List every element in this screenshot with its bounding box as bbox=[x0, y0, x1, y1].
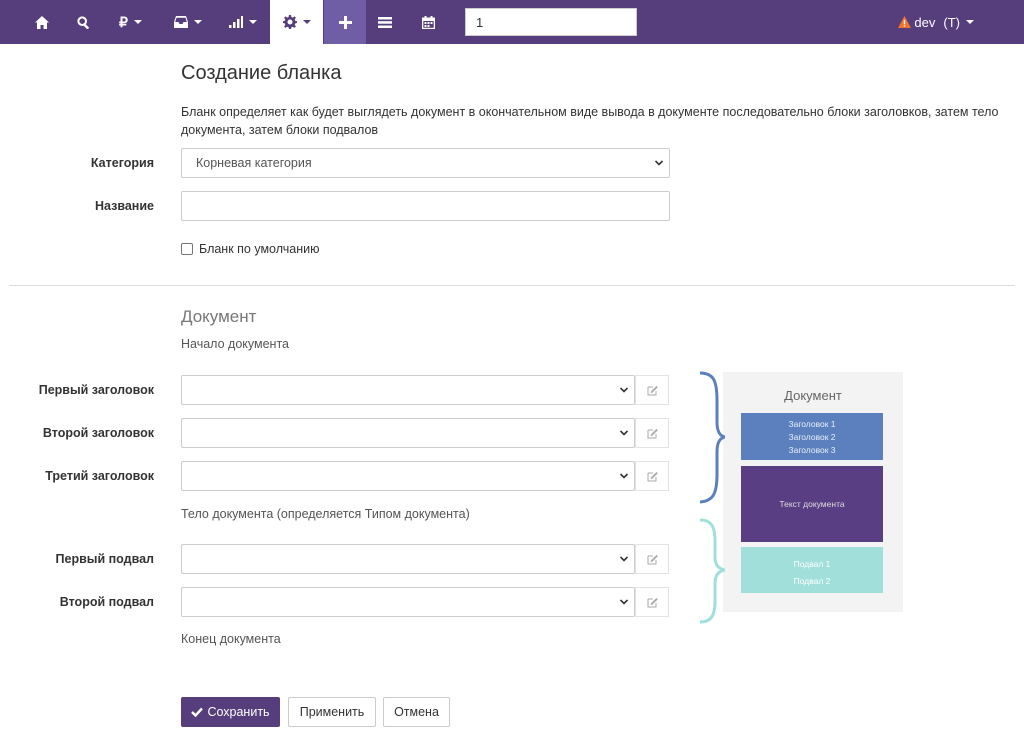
name-input[interactable] bbox=[181, 191, 670, 221]
header-brace bbox=[699, 371, 725, 504]
footer-brace bbox=[699, 518, 725, 624]
document-section-title: Документ bbox=[181, 307, 257, 326]
diagram-body-block: Текст документа bbox=[741, 466, 883, 542]
diagram-body-label: Текст документа bbox=[779, 499, 845, 509]
end-hint: Конец документа bbox=[181, 632, 281, 646]
user-suffix: (T) bbox=[943, 14, 960, 30]
user-name: dev bbox=[914, 14, 936, 30]
reports-menu[interactable] bbox=[220, 0, 265, 44]
edit-icon bbox=[647, 597, 658, 607]
home-icon bbox=[35, 15, 49, 29]
default-checkbox-label: Бланк по умолчанию bbox=[199, 242, 320, 256]
footer1-edit-button[interactable] bbox=[635, 544, 669, 574]
category-label: Категория bbox=[90, 156, 154, 170]
diagram-title: Документ bbox=[784, 388, 842, 403]
check-icon bbox=[191, 707, 204, 717]
edit-icon bbox=[647, 554, 658, 564]
header3-select[interactable] bbox=[181, 461, 635, 491]
chevron-down-icon bbox=[194, 20, 202, 24]
footer2-edit-button[interactable] bbox=[635, 587, 669, 617]
calendar-button[interactable] bbox=[413, 0, 443, 44]
warning-icon bbox=[898, 16, 912, 28]
header1-edit-button[interactable] bbox=[635, 375, 669, 405]
header3-label: Третий заголовок bbox=[45, 469, 154, 483]
gear-icon bbox=[282, 15, 297, 29]
diagram-header-2: Заголовок 2 bbox=[788, 432, 836, 442]
search-button[interactable] bbox=[68, 0, 98, 44]
default-checkbox[interactable] bbox=[181, 243, 193, 255]
navbar-search-input[interactable] bbox=[465, 8, 637, 36]
category-select[interactable]: Корневая категория bbox=[181, 148, 670, 178]
header1-select[interactable] bbox=[181, 375, 635, 405]
edit-icon bbox=[647, 471, 658, 481]
chevron-down-icon bbox=[248, 20, 257, 24]
edit-icon bbox=[647, 428, 658, 438]
ruble-icon: ₽ bbox=[119, 13, 128, 30]
diagram-footers-block: Подвал 1 Подвал 2 bbox=[741, 547, 883, 593]
cancel-button[interactable]: Отмена bbox=[383, 697, 450, 727]
diagram-footer-1: Подвал 1 bbox=[793, 559, 831, 569]
header2-edit-button[interactable] bbox=[635, 418, 669, 448]
documents-menu[interactable] bbox=[163, 0, 213, 44]
save-button[interactable]: Сохранить bbox=[181, 697, 280, 727]
chevron-down-icon bbox=[620, 556, 628, 562]
calendar-icon bbox=[421, 15, 435, 29]
chevron-down-icon bbox=[133, 20, 142, 24]
footer2-label: Второй подвал bbox=[59, 595, 154, 609]
header2-select[interactable] bbox=[181, 418, 635, 448]
diagram-header-3: Заголовок 3 bbox=[788, 445, 836, 455]
list-icon bbox=[378, 16, 392, 28]
header2-label: Второй заголовок bbox=[42, 426, 154, 440]
top-navbar: ₽ dev (T) bbox=[0, 0, 1024, 44]
chevron-down-icon bbox=[620, 599, 628, 605]
chevron-down-icon bbox=[620, 387, 628, 393]
page-description: Бланк определяет как будет выглядеть док… bbox=[181, 105, 999, 137]
list-button[interactable] bbox=[370, 0, 400, 44]
edit-icon bbox=[647, 385, 658, 395]
footer1-select[interactable] bbox=[181, 544, 635, 574]
chevron-down-icon bbox=[620, 430, 628, 436]
user-menu[interactable]: dev (T) bbox=[898, 0, 974, 44]
settings-menu[interactable] bbox=[270, 0, 323, 44]
diagram-headers-block: Заголовок 1 Заголовок 2 Заголовок 3 bbox=[741, 413, 883, 460]
footer1-label: Первый подвал bbox=[55, 552, 154, 566]
plus-icon bbox=[338, 15, 352, 29]
chevron-down-icon bbox=[966, 20, 974, 24]
apply-button[interactable]: Применить bbox=[288, 697, 376, 727]
chevron-down-icon bbox=[620, 473, 628, 479]
diagram-header-1: Заголовок 1 bbox=[788, 419, 836, 429]
search-icon bbox=[76, 15, 89, 29]
category-value: Корневая категория bbox=[196, 156, 312, 170]
default-checkbox-row[interactable]: Бланк по умолчанию bbox=[181, 242, 319, 256]
save-label: Сохранить bbox=[207, 705, 270, 719]
section-divider bbox=[9, 285, 1015, 286]
diagram-footer-2: Подвал 2 bbox=[793, 576, 831, 586]
header1-label: Первый заголовок bbox=[38, 383, 154, 397]
inbox-icon bbox=[174, 16, 188, 28]
signal-icon bbox=[228, 16, 243, 28]
page-title: Создание бланка bbox=[181, 62, 342, 84]
home-button[interactable] bbox=[27, 0, 57, 44]
body-hint: Тело документа (определяется Типом докум… bbox=[181, 507, 470, 521]
chevron-down-icon bbox=[302, 20, 311, 24]
name-label: Название bbox=[94, 199, 154, 213]
finance-menu[interactable]: ₽ bbox=[108, 0, 153, 44]
header3-edit-button[interactable] bbox=[635, 461, 669, 491]
chevron-down-icon bbox=[655, 160, 663, 166]
add-button[interactable] bbox=[324, 0, 366, 44]
start-hint: Начало документа bbox=[181, 337, 289, 351]
footer2-select[interactable] bbox=[181, 587, 635, 617]
